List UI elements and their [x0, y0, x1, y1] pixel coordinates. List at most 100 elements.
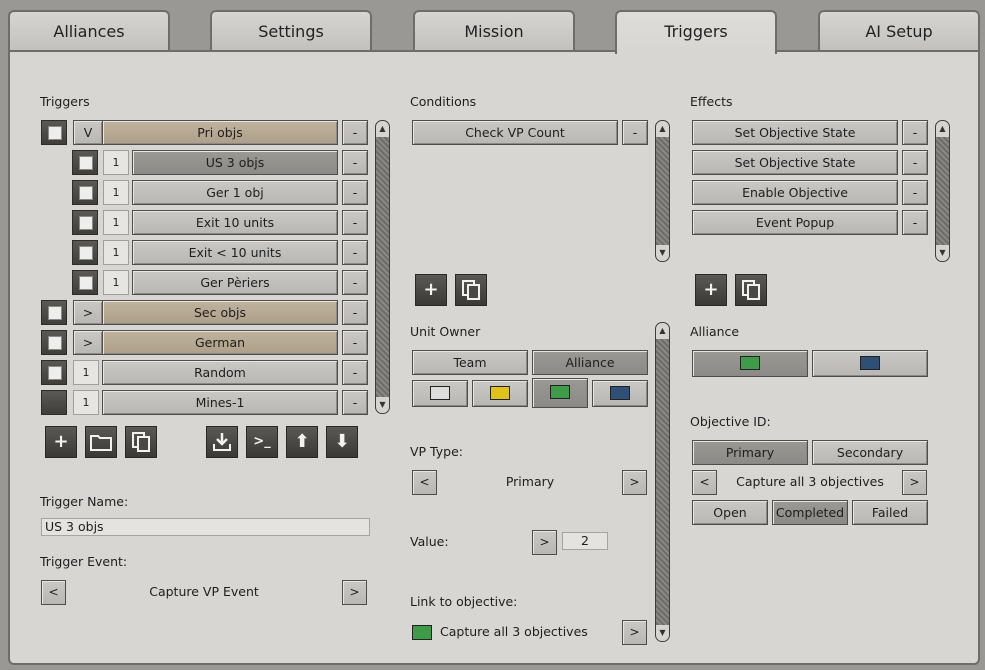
alliance-green-button[interactable]: [692, 350, 808, 377]
tab-settings[interactable]: Settings: [210, 10, 372, 50]
condition-params-scrollbar[interactable]: ▲ ▼: [655, 322, 670, 642]
color-swatch: [860, 356, 880, 370]
trigger-item[interactable]: Pri objs: [102, 120, 338, 145]
trigger-event-label: Trigger Event:: [40, 554, 128, 569]
effect-item[interactable]: Event Popup: [692, 210, 898, 235]
trigger-remove-button[interactable]: -: [342, 210, 368, 235]
add-condition-icon[interactable]: +: [415, 274, 447, 306]
scroll-up-arrow-icon[interactable]: ▲: [936, 121, 949, 137]
trigger-remove-button[interactable]: -: [342, 360, 368, 385]
trigger-checkbox[interactable]: [41, 330, 67, 355]
owner-alliance-button[interactable]: Alliance: [532, 350, 648, 375]
state-failed-button[interactable]: Failed: [852, 500, 928, 525]
color-white-button[interactable]: [412, 380, 468, 407]
effect-item[interactable]: Enable Objective: [692, 180, 898, 205]
objective-prev-button[interactable]: <: [692, 470, 717, 495]
tab-ai-setup[interactable]: AI Setup: [818, 10, 980, 50]
scroll-down-arrow-icon[interactable]: ▼: [376, 397, 389, 413]
trigger-item[interactable]: Ger 1 obj: [132, 180, 338, 205]
value-input[interactable]: 2: [562, 532, 608, 550]
trigger-checkbox[interactable]: [72, 270, 98, 295]
effects-scrollbar[interactable]: ▲ ▼: [935, 120, 950, 262]
value-increment-button[interactable]: >: [532, 530, 557, 555]
tab-mission[interactable]: Mission: [413, 10, 575, 50]
trigger-checkbox[interactable]: [41, 300, 67, 325]
trigger-remove-button[interactable]: -: [342, 180, 368, 205]
trigger-checkbox[interactable]: [41, 120, 67, 145]
console-icon[interactable]: >_: [246, 426, 278, 458]
trigger-remove-button[interactable]: -: [342, 240, 368, 265]
scroll-down-arrow-icon[interactable]: ▼: [656, 245, 669, 261]
trigger-item[interactable]: Ger Pèriers: [132, 270, 338, 295]
trigger-checkbox[interactable]: [72, 210, 98, 235]
trigger-remove-button[interactable]: -: [342, 390, 368, 415]
import-icon[interactable]: [206, 426, 238, 458]
vp-type-prev-button[interactable]: <: [412, 470, 437, 495]
trigger-checkbox[interactable]: [72, 180, 98, 205]
trigger-remove-button[interactable]: -: [342, 270, 368, 295]
trigger-expand-toggle[interactable]: >: [73, 330, 103, 355]
tab-triggers[interactable]: Triggers: [615, 10, 777, 54]
trigger-item[interactable]: Sec objs: [102, 300, 338, 325]
color-yellow-button[interactable]: [472, 380, 528, 407]
trigger-item[interactable]: Random: [102, 360, 338, 385]
copy-icon[interactable]: [455, 274, 487, 306]
color-green-button[interactable]: [532, 378, 588, 408]
effect-item[interactable]: Set Objective State: [692, 120, 898, 145]
alliance-blue-button[interactable]: [812, 350, 928, 377]
link-objective-next-button[interactable]: >: [622, 620, 647, 645]
trigger-checkbox[interactable]: [41, 390, 67, 415]
state-completed-button[interactable]: Completed: [772, 500, 848, 525]
unit-owner-label: Unit Owner: [410, 324, 481, 339]
trigger-item[interactable]: Exit 10 units: [132, 210, 338, 235]
trigger-checkbox[interactable]: [41, 360, 67, 385]
scroll-up-arrow-icon[interactable]: ▲: [656, 121, 669, 137]
color-blue-button[interactable]: [592, 380, 648, 407]
objective-secondary-button[interactable]: Secondary: [812, 440, 928, 465]
move-down-icon[interactable]: ⬇: [326, 426, 358, 458]
trigger-name-label: Trigger Name:: [40, 494, 129, 509]
trigger-remove-button[interactable]: -: [342, 120, 368, 145]
trigger-remove-button[interactable]: -: [342, 300, 368, 325]
copy-icon[interactable]: [125, 426, 157, 458]
trigger-item[interactable]: US 3 objs: [132, 150, 338, 175]
effect-remove-button[interactable]: -: [902, 210, 928, 235]
scroll-down-arrow-icon[interactable]: ▼: [936, 245, 949, 261]
scroll-down-arrow-icon[interactable]: ▼: [656, 625, 669, 641]
move-up-icon[interactable]: ⬆: [286, 426, 318, 458]
copy-icon[interactable]: [735, 274, 767, 306]
scroll-up-arrow-icon[interactable]: ▲: [376, 121, 389, 137]
owner-team-button[interactable]: Team: [412, 350, 528, 375]
color-swatch: [430, 386, 450, 400]
triggers-title: Triggers: [40, 94, 90, 109]
add-trigger-icon[interactable]: +: [45, 426, 77, 458]
trigger-name-input[interactable]: US 3 objs: [41, 518, 370, 536]
conditions-scrollbar[interactable]: ▲ ▼: [655, 120, 670, 262]
objective-next-button[interactable]: >: [902, 470, 927, 495]
effect-remove-button[interactable]: -: [902, 120, 928, 145]
tab-alliances[interactable]: Alliances: [8, 10, 170, 50]
effect-remove-button[interactable]: -: [902, 150, 928, 175]
scroll-up-arrow-icon[interactable]: ▲: [656, 323, 669, 339]
trigger-event-next-button[interactable]: >: [342, 580, 367, 605]
state-open-button[interactable]: Open: [692, 500, 768, 525]
folder-icon[interactable]: [85, 426, 117, 458]
effect-remove-button[interactable]: -: [902, 180, 928, 205]
objective-primary-button[interactable]: Primary: [692, 440, 808, 465]
trigger-item[interactable]: German: [102, 330, 338, 355]
trigger-event-prev-button[interactable]: <: [41, 580, 66, 605]
condition-item[interactable]: Check VP Count: [412, 120, 618, 145]
trigger-checkbox[interactable]: [72, 240, 98, 265]
trigger-item[interactable]: Exit < 10 units: [132, 240, 338, 265]
trigger-remove-button[interactable]: -: [342, 330, 368, 355]
trigger-item[interactable]: Mines-1: [102, 390, 338, 415]
trigger-expand-toggle[interactable]: V: [73, 120, 103, 145]
triggers-scrollbar[interactable]: ▲ ▼: [375, 120, 390, 414]
trigger-remove-button[interactable]: -: [342, 150, 368, 175]
effect-item[interactable]: Set Objective State: [692, 150, 898, 175]
condition-remove-button[interactable]: -: [622, 120, 648, 145]
trigger-checkbox[interactable]: [72, 150, 98, 175]
vp-type-next-button[interactable]: >: [622, 470, 647, 495]
add-effect-icon[interactable]: +: [695, 274, 727, 306]
trigger-expand-toggle[interactable]: >: [73, 300, 103, 325]
